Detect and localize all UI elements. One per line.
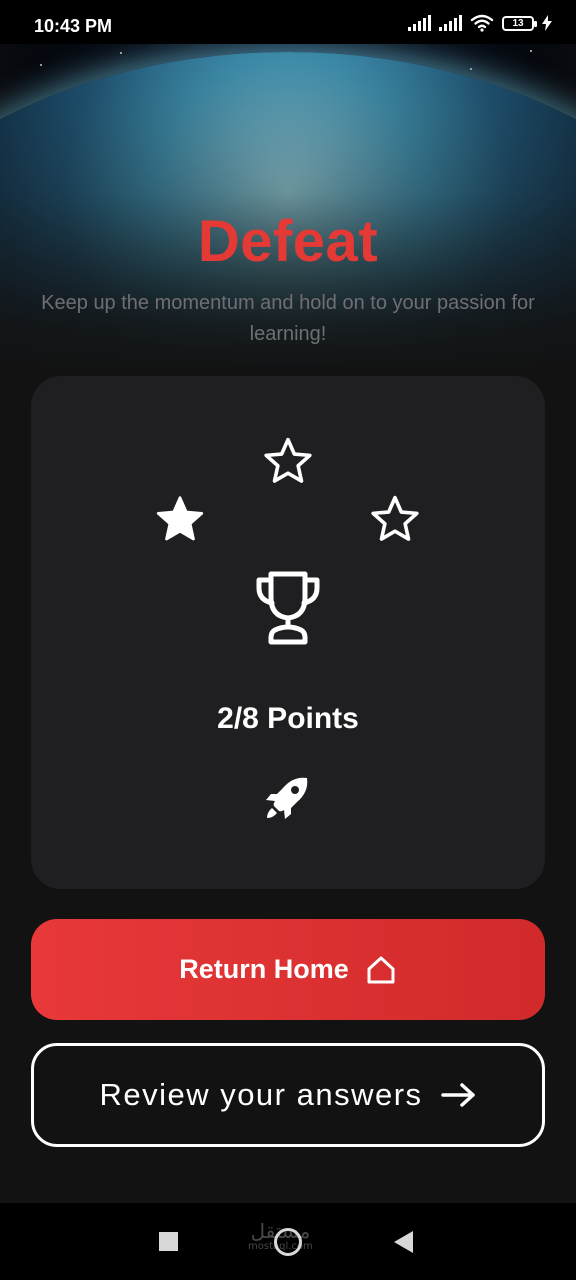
score-card: 2/8 Points (31, 376, 545, 889)
result-title: Defeat (197, 209, 379, 274)
battery-level: 13 (512, 17, 524, 29)
recents-icon[interactable] (159, 1232, 178, 1251)
status-icons: 13 (408, 14, 552, 32)
battery-icon: 13 (502, 15, 537, 31)
points-score: 2/8 Points (217, 702, 359, 735)
status-time: 10:43 PM (34, 16, 113, 36)
star-outline-icon (264, 437, 312, 483)
wifi-icon (470, 14, 494, 32)
home-icon (367, 956, 395, 983)
system-nav-bar: مستقل mostaql.com (0, 1203, 576, 1280)
arrow-right-icon (440, 1083, 475, 1107)
status-bar: 10:43 PM 13 (0, 0, 576, 44)
return-home-label: Return Home (179, 954, 349, 984)
review-answers-label: Review your answers (99, 1077, 423, 1112)
result-message: Keep up the momentum and hold on to your… (41, 292, 535, 345)
star-filled-icon (156, 496, 204, 541)
screen: 10:43 PM 13 Defeat Keep up the momentum … (0, 0, 576, 1280)
rocket-icon (266, 777, 308, 819)
charging-icon (542, 15, 552, 31)
trophy-icon (256, 571, 320, 645)
star-outline-icon (371, 495, 419, 541)
back-icon[interactable] (394, 1231, 413, 1253)
signal-icon (439, 15, 462, 31)
signal-icon (408, 15, 431, 31)
home-nav-icon[interactable] (274, 1228, 302, 1256)
review-answers-button[interactable]: Review your answers (31, 1043, 545, 1147)
return-home-button[interactable]: Return Home (31, 919, 545, 1020)
